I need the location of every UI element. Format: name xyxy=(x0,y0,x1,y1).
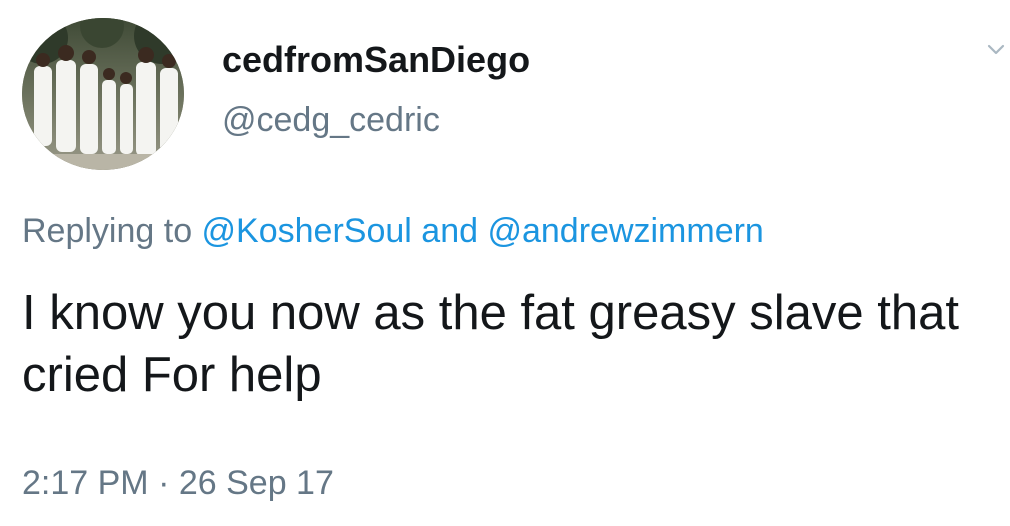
tweet-timestamp[interactable]: 2:17 PM · 26 Sep 17 xyxy=(22,458,334,508)
avatar-image xyxy=(22,18,184,170)
chevron-down-icon[interactable] xyxy=(986,40,1006,60)
author-handle[interactable]: @cedg_cedric xyxy=(222,98,440,142)
avatar[interactable] xyxy=(22,18,184,170)
author-display-name[interactable]: cedfromSanDiego xyxy=(222,36,530,84)
tweet-time: 2:17 PM xyxy=(22,464,149,502)
reply-context: Replying to @KosherSoul and @andrewzimme… xyxy=(22,206,764,256)
mention-link-andrewzimmern[interactable]: @andrewzimmern xyxy=(487,212,763,250)
reply-joiner[interactable]: and xyxy=(412,212,488,250)
tweet-text: I know you now as the fat greasy slave t… xyxy=(22,286,959,402)
mention-link-koshersoul[interactable]: @KosherSoul xyxy=(202,212,412,250)
tweet-date: 26 Sep 17 xyxy=(178,464,334,502)
timestamp-separator: · xyxy=(148,464,179,502)
reply-prefix: Replying to xyxy=(22,212,202,250)
